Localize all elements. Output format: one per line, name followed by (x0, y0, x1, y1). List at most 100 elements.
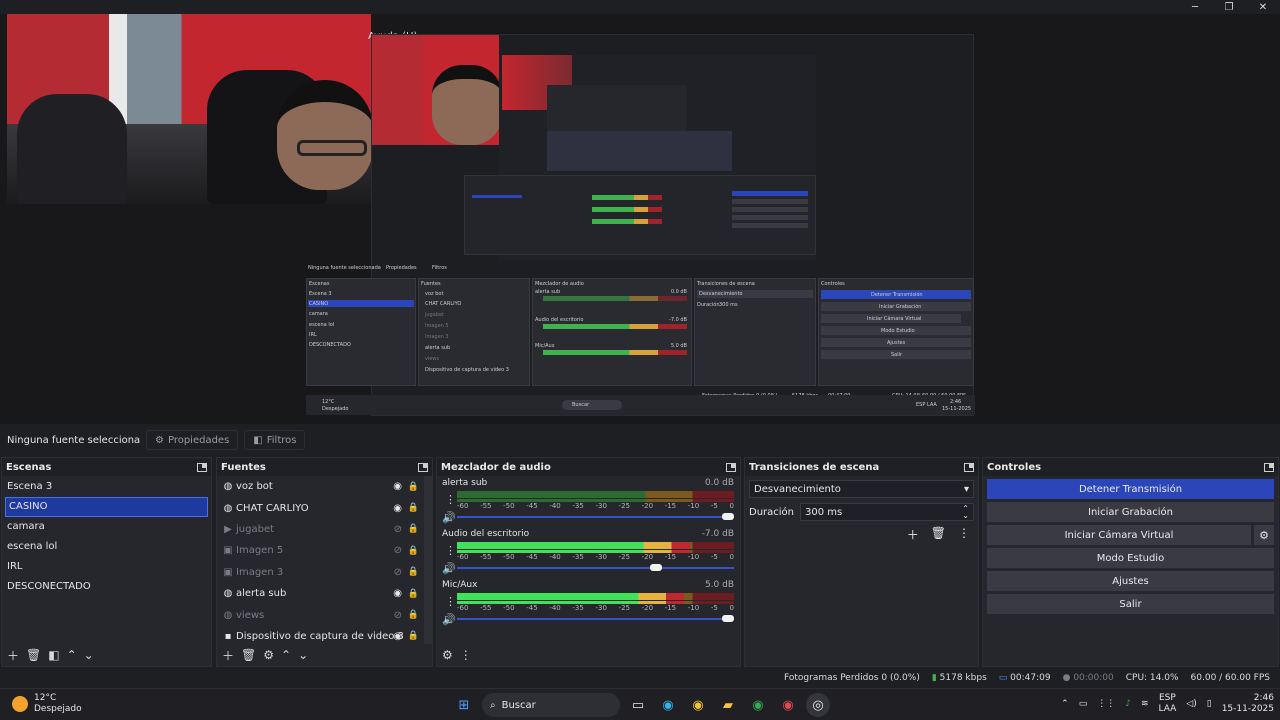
file-explorer-icon[interactable]: ▰ (716, 693, 740, 717)
start-recording-button[interactable]: Iniciar Grabación (987, 502, 1274, 522)
lock-icon[interactable]: 🔒 (408, 524, 419, 534)
source-item[interactable]: ▣ Imagen 3 ⊘ 🔒 (217, 562, 432, 583)
chrome-profile-icon[interactable]: ◉ (746, 693, 770, 717)
remove-scene-icon[interactable]: 🗑 (26, 648, 41, 662)
undock-icon[interactable] (418, 462, 428, 472)
more-options-icon[interactable]: ⋮ (445, 595, 456, 608)
more-options-icon[interactable]: ⋮ (460, 648, 472, 662)
source-item[interactable]: ◍ views ⊘ 🔒 (217, 604, 432, 625)
move-down-icon[interactable]: ⌄ (298, 648, 308, 662)
duration-spinbox[interactable]: 300 ms ⌃ ⌄ (800, 503, 974, 521)
channel-name: alerta sub (442, 478, 488, 488)
properties-button[interactable]: ⚙ Propiedades (146, 430, 239, 450)
speaker-icon[interactable]: 🔊 (442, 613, 456, 626)
obs-icon[interactable]: ◎ (806, 693, 830, 717)
clock[interactable]: 2:46 15-11-2025 (1222, 693, 1274, 715)
speaker-icon[interactable]: 🔊 (442, 511, 456, 524)
visibility-icon[interactable]: ◉ (393, 481, 402, 492)
stream-preview[interactable]: Ayuda (H) Ninguna fuente seleccionada Pr… (0, 14, 1280, 424)
hidden-icon[interactable]: ⊘ (394, 610, 402, 621)
hidden-icon[interactable]: ⊘ (394, 545, 402, 556)
add-transition-icon[interactable]: ＋ (907, 526, 919, 543)
move-up-icon[interactable]: ⌃ (281, 648, 291, 662)
spin-arrows-icon[interactable]: ⌃ ⌄ (962, 505, 969, 520)
undock-icon[interactable] (197, 462, 207, 472)
speaker-icon[interactable]: 🔊 (442, 562, 456, 575)
volume-slider-knob[interactable] (649, 564, 662, 571)
lock-icon[interactable]: 🔒 (408, 503, 419, 513)
maximize-button[interactable]: ❐ (1212, 0, 1246, 14)
move-down-icon[interactable]: ⌄ (84, 648, 94, 662)
source-item[interactable]: ◍ alerta sub ◉ 🔒 (217, 583, 432, 604)
undock-icon[interactable] (726, 462, 736, 472)
scene-item[interactable]: DESCONECTADO (2, 577, 211, 597)
exit-button[interactable]: Salir (987, 594, 1274, 614)
source-item[interactable]: ▶ jugabet ⊘ 🔒 (217, 519, 432, 540)
advanced-audio-icon[interactable]: ⚙ (442, 648, 453, 662)
scene-item[interactable]: IRL (2, 557, 211, 577)
visibility-icon[interactable]: ◉ (393, 503, 402, 514)
visibility-icon[interactable]: ◉ (393, 631, 402, 642)
source-item[interactable]: ▣ Imagen 5 ⊘ 🔒 (217, 540, 432, 561)
volume-slider[interactable] (457, 564, 734, 571)
source-item[interactable]: ◍ voz bot ◉ 🔒 (217, 476, 432, 497)
virtual-camera-settings-button[interactable]: ⚙ (1254, 525, 1274, 545)
remove-transition-icon[interactable]: 🗑 (931, 526, 946, 543)
studio-mode-button[interactable]: Modo Estudio (987, 548, 1274, 568)
edge-icon[interactable]: ◉ (656, 693, 680, 717)
chrome-profile-2-icon[interactable]: ◉ (776, 693, 800, 717)
start-virtual-camera-button[interactable]: Iniciar Cámara Virtual (987, 525, 1251, 545)
scene-item[interactable]: camara (2, 517, 211, 537)
temperature: 12°C (34, 693, 57, 703)
undock-icon[interactable] (1264, 462, 1274, 472)
lock-icon[interactable]: 🔒 (408, 610, 419, 620)
microphone-icon[interactable]: ♪ (1125, 699, 1131, 709)
browser-icon: ◍ (223, 609, 233, 621)
undock-icon[interactable] (964, 462, 974, 472)
speaker-icon[interactable]: ◁) (1186, 699, 1196, 709)
volume-slider[interactable] (457, 615, 734, 622)
more-options-icon[interactable]: ⋮ (958, 526, 970, 543)
minimize-button[interactable]: ─ (1178, 0, 1212, 14)
hidden-icon[interactable]: ⊘ (394, 524, 402, 535)
volume-slider[interactable] (457, 513, 734, 520)
more-options-icon[interactable]: ⋮ (445, 544, 456, 557)
taskbar-search[interactable]: ⌕ Buscar (482, 693, 620, 717)
lock-icon[interactable]: 🔒 (408, 546, 419, 556)
filters-button[interactable]: ◧ Filtros (244, 430, 306, 450)
visibility-icon[interactable]: ◉ (393, 588, 402, 599)
scene-item[interactable]: escena lol (2, 537, 211, 557)
task-view-icon[interactable]: ▭ (626, 693, 650, 717)
source-item[interactable]: ◍ CHAT CARLIYO ◉ 🔒 (217, 497, 432, 518)
scene-item-selected[interactable]: CASINO (5, 497, 208, 517)
stop-stream-button[interactable]: Detener Transmisión (987, 479, 1274, 499)
tray-app-icon[interactable]: ▭ (1079, 699, 1088, 709)
meter-tick-label: -10 (687, 502, 700, 510)
battery-icon[interactable]: ▯ (1207, 699, 1212, 709)
lock-icon[interactable]: 🔒 (408, 482, 419, 492)
lock-icon[interactable]: 🔒 (408, 589, 419, 599)
filter-icon[interactable]: ◧ (48, 648, 59, 662)
network-icon[interactable]: ≋ (1141, 699, 1149, 709)
chevron-up-icon[interactable]: ⌃ (1061, 699, 1069, 709)
grid-icon[interactable]: ⋮⋮ (1097, 699, 1115, 709)
weather-widget[interactable]: 12°C Despejado (12, 693, 82, 715)
lock-icon[interactable]: 🔒 (408, 567, 419, 577)
settings-button[interactable]: Ajustes (987, 571, 1274, 591)
add-source-icon[interactable]: ＋ (222, 647, 234, 664)
more-options-icon[interactable]: ⋮ (445, 493, 456, 506)
volume-slider-knob[interactable] (722, 615, 734, 622)
close-button[interactable]: ✕ (1246, 0, 1280, 14)
add-scene-icon[interactable]: ＋ (7, 647, 19, 664)
windows-start-icon[interactable]: ⊞ (452, 693, 476, 717)
move-up-icon[interactable]: ⌃ (67, 648, 77, 662)
lock-icon[interactable]: 🔒 (408, 631, 419, 641)
transition-select[interactable]: Desvanecimiento ▾ (749, 480, 974, 498)
gear-icon[interactable]: ⚙ (263, 648, 274, 662)
chrome-icon[interactable]: ◉ (686, 693, 710, 717)
hidden-icon[interactable]: ⊘ (394, 567, 402, 578)
volume-slider-knob[interactable] (722, 513, 734, 520)
scene-item[interactable]: Escena 3 (2, 477, 211, 497)
remove-source-icon[interactable]: 🗑 (241, 648, 256, 662)
language-indicator[interactable]: ESP LAA (1159, 693, 1177, 715)
